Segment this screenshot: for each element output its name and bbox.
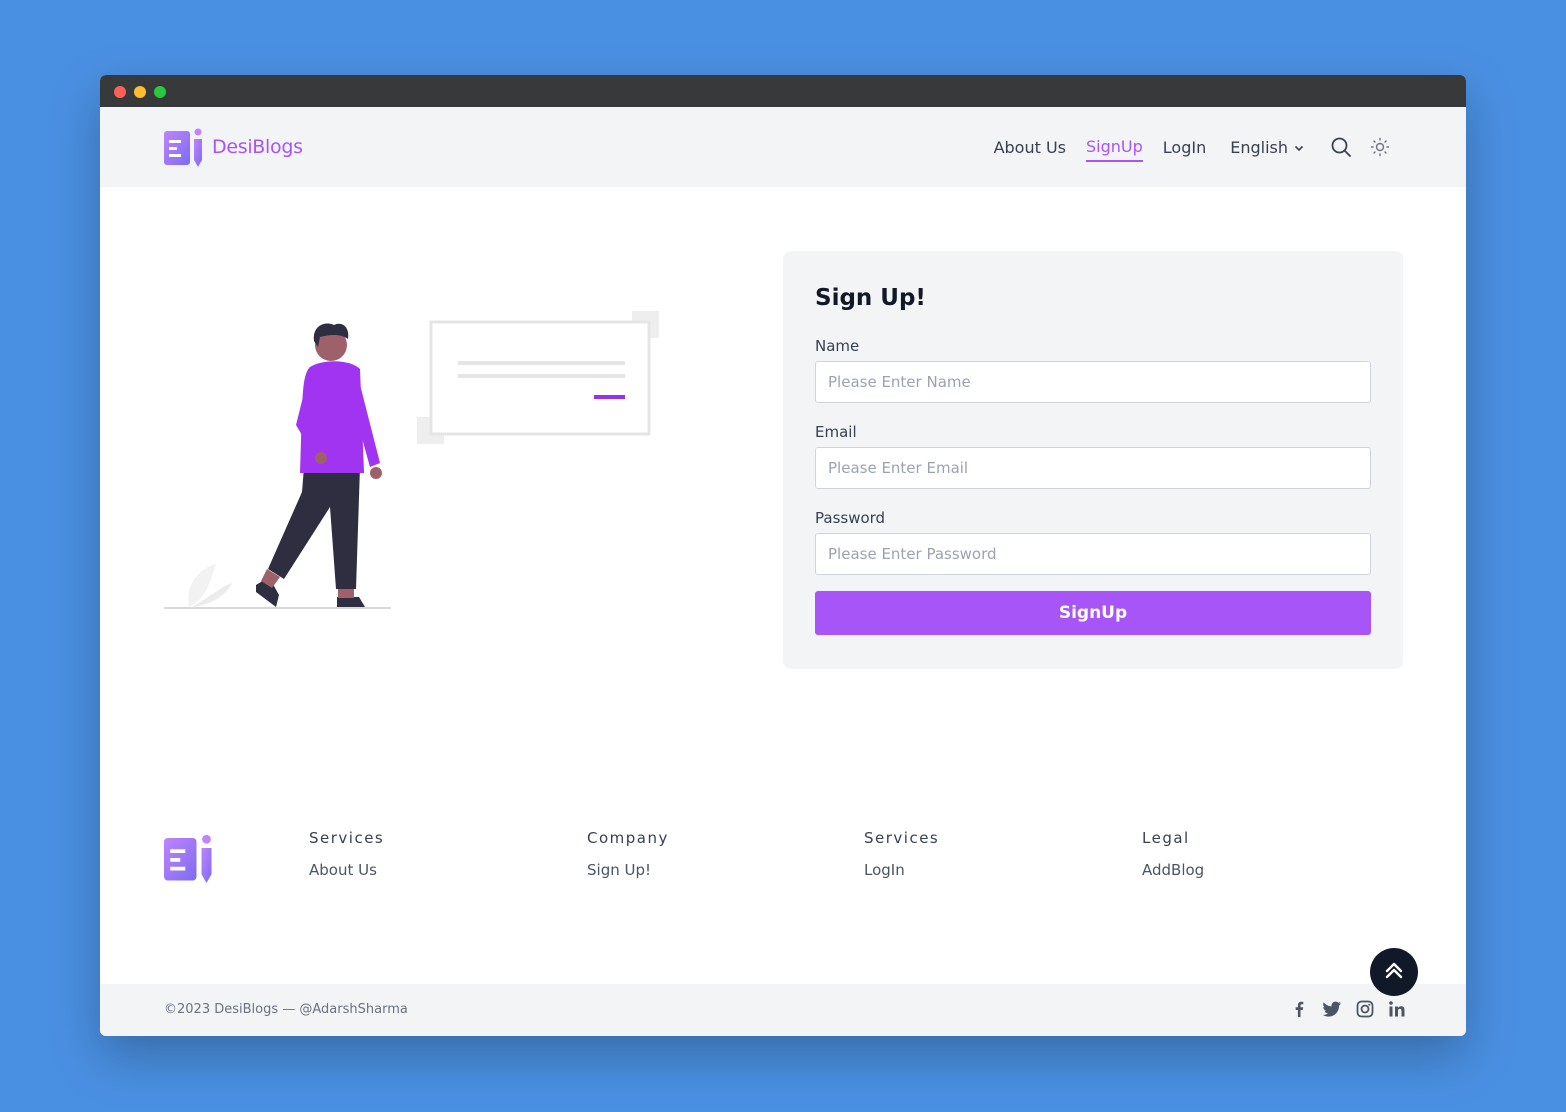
footer-login-link[interactable]: LogIn	[864, 861, 939, 879]
footer-column-services-2: Services LogIn	[864, 829, 939, 879]
twitter-icon[interactable]	[1322, 1000, 1342, 1018]
footer-column-company: Company Sign Up!	[587, 829, 669, 879]
footer-column-title: Services	[864, 829, 940, 847]
footer-column-title: Services	[309, 829, 385, 847]
sun-icon[interactable]	[1370, 137, 1390, 157]
footer-addblog-link[interactable]: AddBlog	[1142, 861, 1204, 879]
nav-about-us-link[interactable]: About Us	[994, 134, 1066, 161]
close-window-button[interactable]	[114, 86, 126, 98]
scroll-to-top-button[interactable]	[1370, 948, 1418, 996]
linkedin-icon[interactable]	[1388, 1000, 1406, 1018]
social-links	[1276, 1000, 1406, 1018]
password-label: Password	[815, 509, 886, 527]
name-label: Name	[815, 337, 860, 355]
password-input[interactable]	[815, 533, 1371, 575]
signup-card: Sign Up! Name Email Password SignUp	[783, 251, 1403, 669]
navbar: DesiBlogs About Us SignUp LogIn English	[100, 107, 1466, 187]
facebook-icon[interactable]	[1290, 1000, 1308, 1018]
signup-title: Sign Up!	[815, 285, 926, 311]
footer-about-us-link[interactable]: About Us	[309, 861, 384, 879]
footer-bottom-bar: ©2023 DesiBlogs — @AdarshSharma	[100, 984, 1466, 1036]
copyright-text: ©2023 DesiBlogs — @AdarshSharma	[164, 1002, 408, 1017]
brand-name: DesiBlogs	[212, 136, 303, 158]
footer-column-title: Legal	[1142, 829, 1190, 847]
nav-menu: About Us SignUp LogIn English	[974, 107, 1390, 187]
footer-signup-link[interactable]: Sign Up!	[587, 861, 669, 879]
logo-icon	[164, 127, 204, 167]
footer-column-services: Services About Us	[309, 829, 384, 879]
maximize-window-button[interactable]	[154, 86, 166, 98]
double-chevron-up-icon	[1383, 959, 1405, 985]
nav-login-link[interactable]: LogIn	[1163, 134, 1206, 161]
chevron-down-icon	[1294, 138, 1304, 157]
email-input[interactable]	[815, 447, 1371, 489]
language-dropdown[interactable]: English	[1230, 138, 1304, 157]
minimize-window-button[interactable]	[134, 86, 146, 98]
language-value: English	[1230, 137, 1288, 157]
window-titlebar	[100, 75, 1466, 107]
footer-column-title: Company	[587, 829, 669, 847]
name-input[interactable]	[815, 361, 1371, 403]
nav-signup-link[interactable]: SignUp	[1086, 133, 1143, 162]
footer-column-legal: Legal AddBlog	[1142, 829, 1204, 879]
browser-window: DesiBlogs About Us SignUp LogIn English	[100, 75, 1466, 1036]
instagram-icon[interactable]	[1356, 1000, 1374, 1018]
signup-submit-button[interactable]: SignUp	[815, 591, 1371, 635]
signup-illustration	[164, 307, 664, 617]
email-label: Email	[815, 423, 857, 441]
search-icon[interactable]	[1330, 136, 1352, 158]
brand-link[interactable]: DesiBlogs	[164, 127, 303, 167]
footer-logo-icon[interactable]	[164, 833, 214, 887]
